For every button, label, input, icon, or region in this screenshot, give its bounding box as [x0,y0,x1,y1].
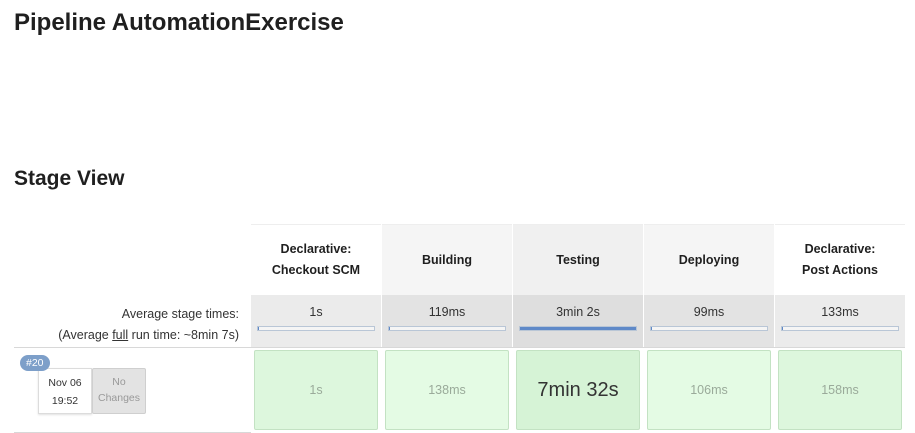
stage-view-title: Stage View [14,167,125,190]
stage-name-line1: Building [422,252,472,267]
stage-cell-success[interactable]: 138ms [385,350,509,430]
build-date: Nov 06 [48,377,82,389]
build-row: #20 Nov 06 19:52 No Changes [14,347,251,433]
stage-view: Average stage times: (Average full run t… [14,224,905,433]
average-full-run-time: (Average full run time: ~8min 7s) [58,325,239,346]
stage-average-bar [650,326,768,331]
full-run-link[interactable]: full [112,328,128,342]
stage-name-line1: Testing [556,252,600,267]
stage-cell-success[interactable]: 1s [254,350,378,430]
stage-name-line2: Checkout SCM [271,263,361,277]
stage-column: Testing 3min 2s 7min 32s [513,224,643,433]
avg-full-suffix: run time: ~8min 7s) [128,328,239,342]
stage-average-bar [519,326,637,331]
stage-name-line1: Declarative: [280,242,352,256]
no-changes-button[interactable]: No Changes [92,368,146,414]
stage-header: Building [382,224,512,295]
page-title: Pipeline AutomationExercise [14,9,344,36]
stage-header: Testing [513,224,643,295]
stage-average-bar [388,326,506,331]
stage-average: 99ms [644,295,774,347]
stage-average-bar [257,326,375,331]
stage-average-bar-fill [520,327,636,330]
stage-name-line1: Declarative: [804,242,876,256]
stage-column: Deploying 99ms 106ms [644,224,774,433]
stage-average: 119ms [382,295,512,347]
build-number-badge[interactable]: #20 [20,355,50,371]
average-times-summary: Average stage times: (Average full run t… [58,304,239,346]
stage-average-time: 99ms [693,305,725,319]
stage-view-labels: Average stage times: (Average full run t… [14,224,251,433]
stage-cell-success[interactable]: 158ms [778,350,902,430]
stage-name-line1: Deploying [678,252,740,267]
build-date-box[interactable]: Nov 06 19:52 [38,368,92,414]
stage-average-time: 1s [309,305,323,319]
avg-full-prefix: (Average [58,328,113,342]
stage-average-time: 3min 2s [556,305,600,319]
stage-header: Deploying [644,224,774,295]
stage-column: Declarative: Post Actions 133ms 158ms [775,224,905,433]
stage-average: 3min 2s [513,295,643,347]
stage-name-line2: Post Actions [802,263,878,277]
average-stage-times-label: Average stage times: [121,307,239,321]
stage-average: 133ms [775,295,905,347]
stage-average: 1s [251,295,381,347]
stage-average-time: 119ms [428,305,466,319]
stage-cell-success[interactable]: 7min 32s [516,350,640,430]
stage-average-time: 133ms [821,305,859,319]
stage-header: Declarative: Post Actions [775,224,905,295]
stage-column: Building 119ms 138ms [382,224,512,433]
stage-columns: Declarative: Checkout SCM 1s 1s Building … [251,224,905,433]
stage-average-bar [781,326,899,331]
stage-header: Declarative: Checkout SCM [251,224,381,295]
stage-cell-success[interactable]: 106ms [647,350,771,430]
build-time: 19:52 [51,395,79,407]
stage-column: Declarative: Checkout SCM 1s 1s [251,224,381,433]
